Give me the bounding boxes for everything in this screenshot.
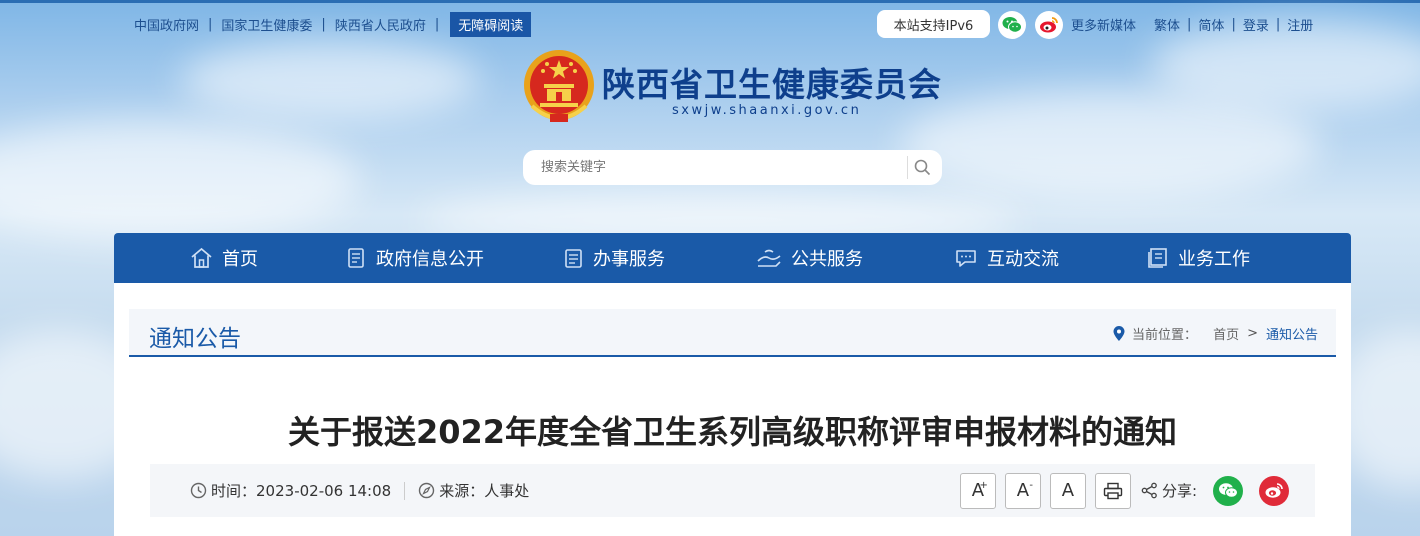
ipv6-badge: 本站支持IPv6 bbox=[877, 10, 990, 38]
handshake-icon bbox=[757, 249, 781, 267]
more-media-link[interactable]: 更多新媒体 bbox=[1071, 15, 1136, 34]
main-nav: 首页 政府信息公开 办事服务 公共服务 互动交流 业务工作 bbox=[114, 233, 1351, 283]
breadcrumb: 当前位置： 首页 > 通知公告 bbox=[1112, 324, 1318, 343]
nav-services-label: 办事服务 bbox=[593, 249, 665, 270]
home-icon bbox=[191, 247, 212, 268]
accessibility-button[interactable]: 无障碍阅读 bbox=[450, 11, 532, 37]
search-icon bbox=[914, 159, 931, 176]
weibo-icon bbox=[1265, 483, 1283, 498]
source-label: 来源： bbox=[439, 482, 485, 500]
clock-icon bbox=[190, 482, 207, 499]
breadcrumb-home[interactable]: 首页 bbox=[1213, 324, 1239, 343]
wechat-icon bbox=[1219, 483, 1238, 498]
nav-business[interactable]: 业务工作 bbox=[1147, 233, 1250, 283]
top-right-links: 更多新媒体 繁体 | 简体 | 登录 | 注册 bbox=[1071, 15, 1314, 34]
share-icon bbox=[1141, 482, 1157, 499]
chat-icon bbox=[956, 250, 976, 267]
section-title: 通知公告 bbox=[149, 326, 241, 352]
publish-time: 2023-02-06 14:08 bbox=[256, 481, 392, 500]
nav-home-label: 首页 bbox=[222, 249, 258, 270]
nav-public-services[interactable]: 公共服务 bbox=[756, 233, 863, 283]
register-link[interactable]: 注册 bbox=[1287, 15, 1313, 34]
site-domain: sxwjw.shaanxi.gov.cn bbox=[672, 103, 862, 118]
time-label: 时间： bbox=[211, 482, 257, 500]
nav-interaction-label: 互动交流 bbox=[987, 249, 1059, 270]
breadcrumb-current[interactable]: 通知公告 bbox=[1266, 324, 1318, 343]
search-button[interactable] bbox=[907, 156, 937, 179]
article-tools: A + A- A 分享: bbox=[959, 464, 1289, 517]
nav-gov-info[interactable]: 政府信息公开 bbox=[347, 233, 484, 283]
location-pin-icon bbox=[1113, 326, 1125, 341]
nav-business-label: 业务工作 bbox=[1178, 249, 1250, 270]
print-button[interactable] bbox=[1094, 472, 1131, 509]
nav-public-services-label: 公共服务 bbox=[791, 249, 863, 270]
link-shaanxi-gov[interactable]: 陕西省人民政府 bbox=[335, 15, 426, 34]
nav-gov-info-label: 政府信息公开 bbox=[376, 249, 484, 270]
share-label: 分享: bbox=[1141, 480, 1197, 501]
nav-services[interactable]: 办事服务 bbox=[564, 233, 665, 283]
breadcrumb-separator: > bbox=[1247, 326, 1258, 341]
simplified-chinese-link[interactable]: 简体 bbox=[1198, 15, 1224, 34]
font-decrease-button[interactable]: A- bbox=[1004, 472, 1041, 509]
search-input[interactable] bbox=[541, 150, 911, 185]
article-meta-info: 时间： 2023-02-06 14:08 来源： 人事处 bbox=[190, 464, 529, 517]
login-link[interactable]: 登录 bbox=[1243, 15, 1269, 34]
book-icon bbox=[1148, 248, 1167, 268]
article-title: 关于报送2022年度全省卫生系列高级职称评审申报材料的通知 bbox=[287, 413, 1178, 451]
content-panel: 通知公告 当前位置： 首页 > 通知公告 关于报送2022年度全省卫生系列高级职… bbox=[114, 283, 1351, 536]
national-emblem-logo[interactable] bbox=[522, 48, 596, 126]
compass-icon bbox=[418, 482, 435, 499]
wechat-icon[interactable] bbox=[998, 11, 1026, 39]
top-links-bar: 中国政府网 | 国家卫生健康委 | 陕西省人民政府 | 无障碍阅读 bbox=[134, 11, 532, 37]
link-gov-cn[interactable]: 中国政府网 bbox=[134, 15, 199, 34]
font-increase-button[interactable]: A + bbox=[959, 472, 996, 509]
article-meta-bar: 时间： 2023-02-06 14:08 来源： 人事处 A + A- A 分享… bbox=[150, 464, 1315, 517]
share-weibo-button[interactable] bbox=[1259, 475, 1289, 506]
weibo-icon[interactable] bbox=[1035, 11, 1063, 39]
section-header: 通知公告 当前位置： 首页 > 通知公告 bbox=[129, 309, 1336, 357]
site-name: 陕西省卫生健康委员会 bbox=[602, 65, 942, 104]
nav-home[interactable]: 首页 bbox=[190, 233, 258, 283]
search-box bbox=[523, 150, 942, 185]
clipboard-icon bbox=[565, 249, 582, 268]
nav-interaction[interactable]: 互动交流 bbox=[954, 233, 1059, 283]
breadcrumb-label: 当前位置： bbox=[1132, 328, 1198, 343]
article-source: 人事处 bbox=[484, 482, 530, 500]
printer-icon bbox=[1103, 482, 1123, 499]
share-wechat-button[interactable] bbox=[1213, 475, 1243, 506]
link-nhc[interactable]: 国家卫生健康委 bbox=[221, 15, 312, 34]
traditional-chinese-link[interactable]: 繁体 bbox=[1154, 15, 1180, 34]
document-icon bbox=[348, 248, 364, 268]
top-accent-line bbox=[0, 0, 1420, 3]
font-reset-button[interactable]: A bbox=[1049, 472, 1086, 509]
